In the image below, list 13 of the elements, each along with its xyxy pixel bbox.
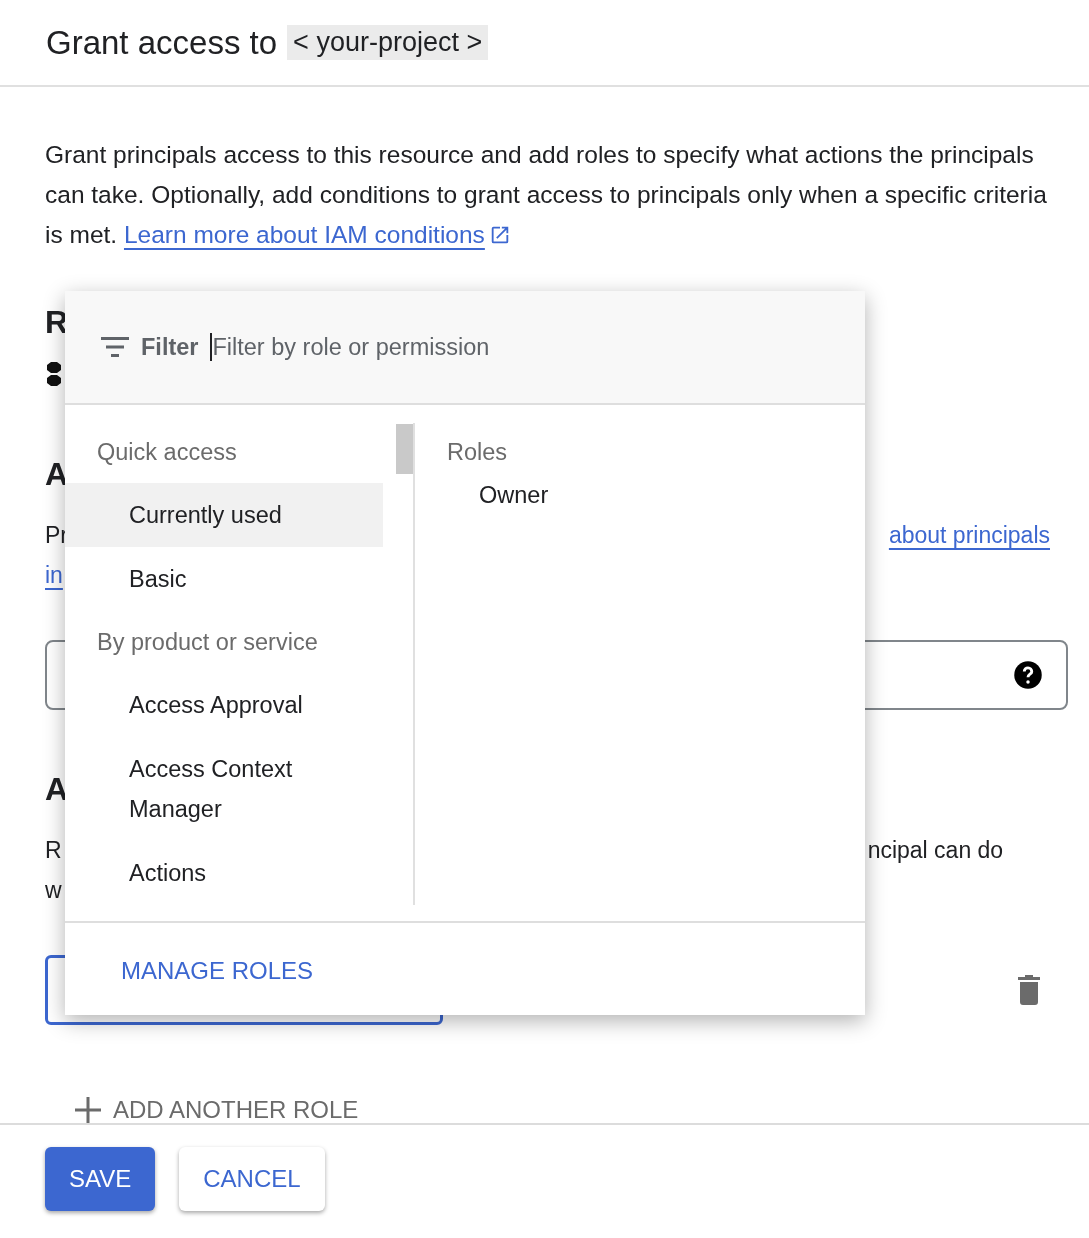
- description-text: Pr: [45, 521, 68, 549]
- description-text: R: [45, 836, 62, 864]
- section-heading: R: [45, 303, 69, 341]
- project-name: < your-project >: [287, 25, 489, 60]
- description-text: ncipal can do: [867, 836, 1004, 864]
- group-heading: Quick access: [96, 438, 238, 467]
- dialog-title: Grant access to: [46, 23, 278, 62]
- section-heading: A: [45, 770, 69, 808]
- description-text: w: [45, 876, 62, 904]
- filter-label: Filter: [141, 333, 199, 361]
- intro-paragraph: Grant principals access to this resource and add roles to specify what actions the principals can take. Optionally, add conditions to grant access to principals only when a specific criteria is met. Learn more about IAM conditions: [45, 140, 1048, 250]
- group-heading: By product or service: [96, 628, 319, 657]
- column-heading: Roles: [447, 438, 509, 467]
